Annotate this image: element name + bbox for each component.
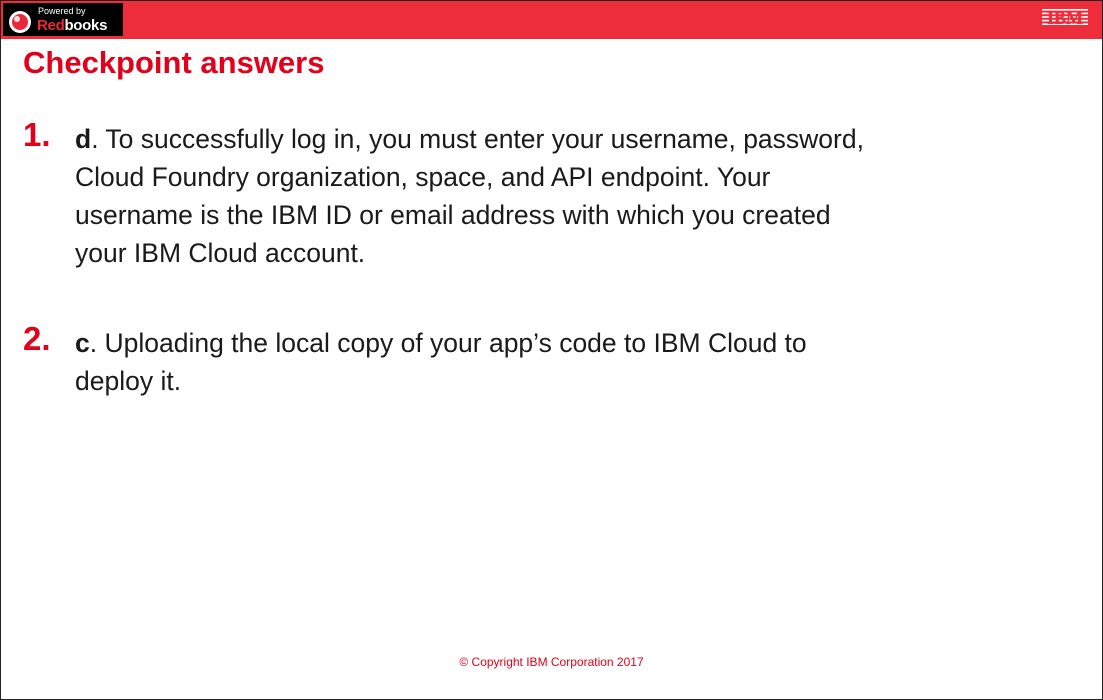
answer-text-1: d. To successfully log in, you must ente… <box>23 120 1083 272</box>
powered-by-text: Powered by <box>38 6 86 16</box>
answer-2-line-1-text: . Uploading the local copy of your app’s… <box>89 328 807 358</box>
answer-1-line-4: your IBM Cloud account. <box>75 238 366 268</box>
redbooks-wordmark-white: books <box>64 17 108 34</box>
answer-1-line-2: Cloud Foundry organization, space, and A… <box>75 162 771 192</box>
answer-1-line-1-text: . To successfully log in, you must enter… <box>91 124 864 154</box>
ibm-logo-text: IBM <box>1047 8 1083 28</box>
answer-letter-2: c <box>75 328 90 358</box>
copyright-footer: © Copyright IBM Corporation 2017 <box>459 655 644 669</box>
answer-1-line-1: d. To successfully log in, you must ente… <box>75 120 1083 158</box>
answer-number-1: 1. <box>23 116 51 153</box>
answer-letter-1: d <box>75 124 92 154</box>
slide: Powered by Redbooks IBM Checkpoint answe… <box>0 0 1103 700</box>
ibm-logo: IBM <box>1042 8 1088 28</box>
answer-item-2: 2. c. Uploading the local copy of your a… <box>23 320 1083 400</box>
answer-item-1: 1. d. To successfully log in, you must e… <box>23 116 1083 272</box>
redbooks-circle-icon <box>9 11 31 33</box>
redbooks-wordmark-red: Red <box>37 17 65 34</box>
redbooks-wordmark: Redbooks <box>37 17 107 34</box>
answer-2-line-2: deploy it. <box>75 366 182 396</box>
answer-1-line-3: username is the IBM ID or email address … <box>75 200 831 230</box>
answer-number-2: 2. <box>23 320 51 357</box>
answer-text-2: c. Uploading the local copy of your app’… <box>23 324 1083 400</box>
page-title: Checkpoint answers <box>23 43 333 83</box>
answer-2-line-1: c. Uploading the local copy of your app’… <box>75 324 1083 362</box>
redbooks-logo: Powered by Redbooks <box>3 3 123 36</box>
